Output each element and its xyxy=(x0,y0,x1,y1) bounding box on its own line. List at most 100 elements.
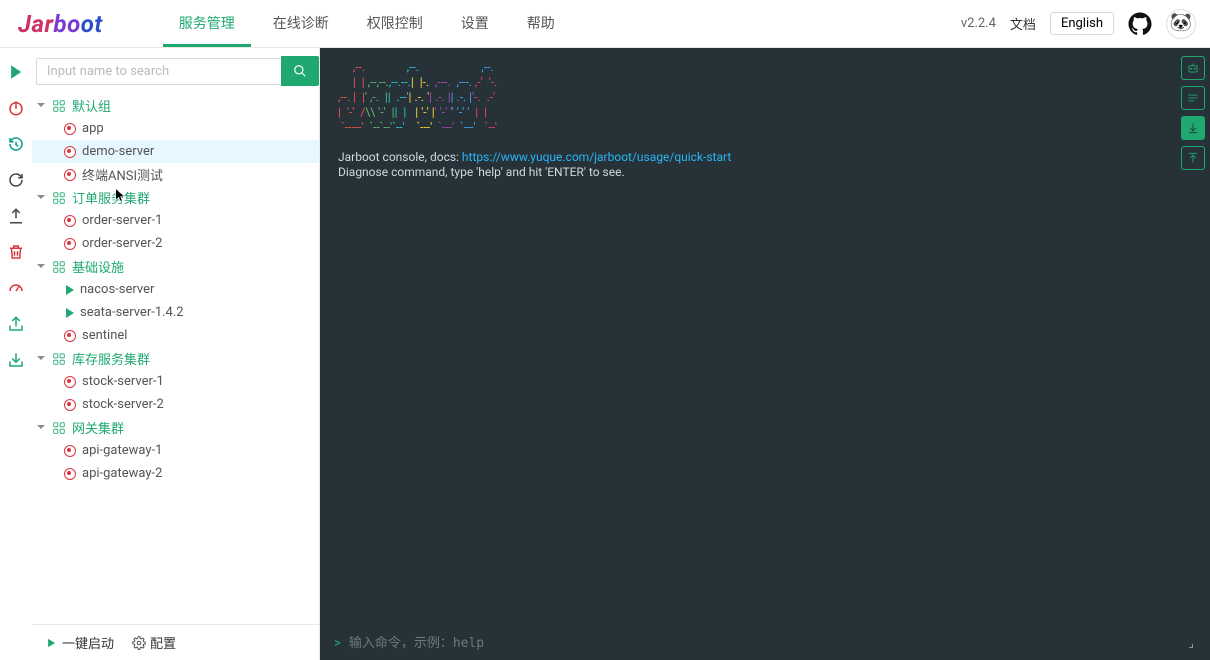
stopped-icon xyxy=(64,146,76,158)
tree-leaf[interactable]: order-server-2 xyxy=(32,232,319,255)
export-icon[interactable] xyxy=(6,314,26,334)
leaf-label: stock-server-1 xyxy=(82,374,164,389)
leaf-label: demo-server xyxy=(82,144,154,159)
robot-icon[interactable] xyxy=(1181,56,1205,80)
scroll-bottom-icon[interactable] xyxy=(1181,116,1205,140)
refresh-icon[interactable] xyxy=(6,170,26,190)
dashboard-icon[interactable] xyxy=(6,278,26,298)
icon-sidebar xyxy=(0,48,32,660)
group-icon xyxy=(52,421,66,435)
stopped-icon xyxy=(64,238,76,250)
caret-icon xyxy=(36,353,48,365)
tree-leaf[interactable]: demo-server xyxy=(32,140,319,163)
scroll-top-icon[interactable] xyxy=(1181,146,1205,170)
avatar[interactable]: 🐼 xyxy=(1166,9,1196,39)
terminal-input-row: > ⌟ xyxy=(320,626,1210,660)
leaf-label: stock-server-2 xyxy=(82,397,164,412)
nav-item-3[interactable]: 设置 xyxy=(445,1,505,47)
tree-leaf[interactable]: order-server-1 xyxy=(32,209,319,232)
search-button[interactable] xyxy=(281,56,319,86)
tree-leaf[interactable]: nacos-server xyxy=(32,278,319,301)
header: Jarboot 服务管理在线诊断权限控制设置帮助 v2.2.4 文档 Engli… xyxy=(0,0,1210,48)
service-tree: 默认组 app demo-server 终端ANSI测试订单服务集群 order-ser… xyxy=(32,94,319,624)
docs-link[interactable]: 文档 xyxy=(1010,14,1036,33)
terminal[interactable]: ,--. ,--. ,--. | | ,--,--.,--.--.| |-. ,… xyxy=(320,48,1210,626)
tree-leaf[interactable]: app xyxy=(32,117,319,140)
tree-group[interactable]: 默认组 xyxy=(32,94,319,117)
start-all-button[interactable]: 一键启动 xyxy=(44,633,114,652)
terminal-line: Diagnose command, type 'help' and hit 'E… xyxy=(338,165,625,179)
tree-leaf[interactable]: api-gateway-2 xyxy=(32,462,319,485)
caret-icon xyxy=(36,192,48,204)
terminal-wrap: ,--. ,--. ,--. | | ,--,--.,--.--.| |-. ,… xyxy=(320,48,1210,660)
nav-item-1[interactable]: 在线诊断 xyxy=(257,1,345,47)
stopped-icon xyxy=(64,330,76,342)
leaf-label: sentinel xyxy=(82,328,127,343)
bottom-bar: 一键启动 配置 xyxy=(32,624,319,660)
tree-group[interactable]: 订单服务集群 xyxy=(32,186,319,209)
tree-leaf[interactable]: api-gateway-1 xyxy=(32,439,319,462)
caret-icon xyxy=(36,422,48,434)
resize-handle-icon[interactable]: ⌟ xyxy=(1188,636,1194,650)
group-icon xyxy=(52,260,66,274)
caret-icon xyxy=(36,100,48,112)
tree-leaf[interactable]: stock-server-1 xyxy=(32,370,319,393)
leaf-label: api-gateway-2 xyxy=(82,466,162,481)
restart-icon[interactable] xyxy=(6,134,26,154)
start-all-label: 一键启动 xyxy=(62,633,114,652)
leaf-label: 终端ANSI测试 xyxy=(82,165,163,184)
logo: Jarboot xyxy=(18,10,103,38)
tree-group[interactable]: 库存服务集群 xyxy=(32,347,319,370)
nav-item-0[interactable]: 服务管理 xyxy=(163,1,251,47)
config-label: 配置 xyxy=(150,633,176,652)
nav-item-2[interactable]: 权限控制 xyxy=(351,1,439,47)
wrap-icon[interactable] xyxy=(1181,86,1205,110)
group-label: 网关集群 xyxy=(72,418,124,437)
nav-item-4[interactable]: 帮助 xyxy=(511,1,571,47)
leaf-label: nacos-server xyxy=(80,282,154,297)
terminal-tools xyxy=(1181,56,1205,170)
upload-icon[interactable] xyxy=(6,206,26,226)
leaf-label: order-server-2 xyxy=(82,236,162,251)
group-label: 基础设施 xyxy=(72,257,124,276)
tree-panel: 默认组 app demo-server 终端ANSI测试订单服务集群 order-ser… xyxy=(32,48,320,660)
language-button[interactable]: English xyxy=(1050,12,1114,35)
caret-icon xyxy=(36,261,48,273)
leaf-label: api-gateway-1 xyxy=(82,443,162,458)
version-label: v2.2.4 xyxy=(961,16,996,31)
tree-leaf[interactable]: sentinel xyxy=(32,324,319,347)
search-input[interactable] xyxy=(36,58,281,85)
leaf-label: seata-server-1.4.2 xyxy=(80,305,184,320)
group-icon xyxy=(52,191,66,205)
stopped-icon xyxy=(64,445,76,457)
stopped-icon xyxy=(64,169,76,181)
leaf-label: order-server-1 xyxy=(82,213,162,228)
stop-icon[interactable] xyxy=(6,98,26,118)
tree-group[interactable]: 基础设施 xyxy=(32,255,319,278)
terminal-line: Jarboot console, docs: https://www.yuque… xyxy=(338,150,731,164)
stopped-icon xyxy=(64,376,76,388)
delete-icon[interactable] xyxy=(6,242,26,262)
terminal-input[interactable] xyxy=(349,636,1189,651)
tree-leaf[interactable]: seata-server-1.4.2 xyxy=(32,301,319,324)
import-icon[interactable] xyxy=(6,350,26,370)
stopped-icon xyxy=(64,399,76,411)
leaf-label: app xyxy=(82,121,104,136)
group-icon xyxy=(52,99,66,113)
group-label: 默认组 xyxy=(72,96,111,115)
nav: 服务管理在线诊断权限控制设置帮助 xyxy=(163,1,571,47)
tree-leaf[interactable]: 终端ANSI测试 xyxy=(32,163,319,186)
docs-link-terminal[interactable]: https://www.yuque.com/jarboot/usage/quic… xyxy=(462,150,731,164)
stopped-icon xyxy=(64,123,76,135)
github-icon[interactable] xyxy=(1128,12,1152,36)
running-icon xyxy=(66,285,74,295)
start-icon[interactable] xyxy=(6,62,26,82)
terminal-prompt: > xyxy=(334,636,341,651)
tree-group[interactable]: 网关集群 xyxy=(32,416,319,439)
group-icon xyxy=(52,352,66,366)
tree-leaf[interactable]: stock-server-2 xyxy=(32,393,319,416)
group-label: 订单服务集群 xyxy=(72,188,150,207)
stopped-icon xyxy=(64,215,76,227)
stopped-icon xyxy=(64,468,76,480)
config-button[interactable]: 配置 xyxy=(132,633,176,652)
